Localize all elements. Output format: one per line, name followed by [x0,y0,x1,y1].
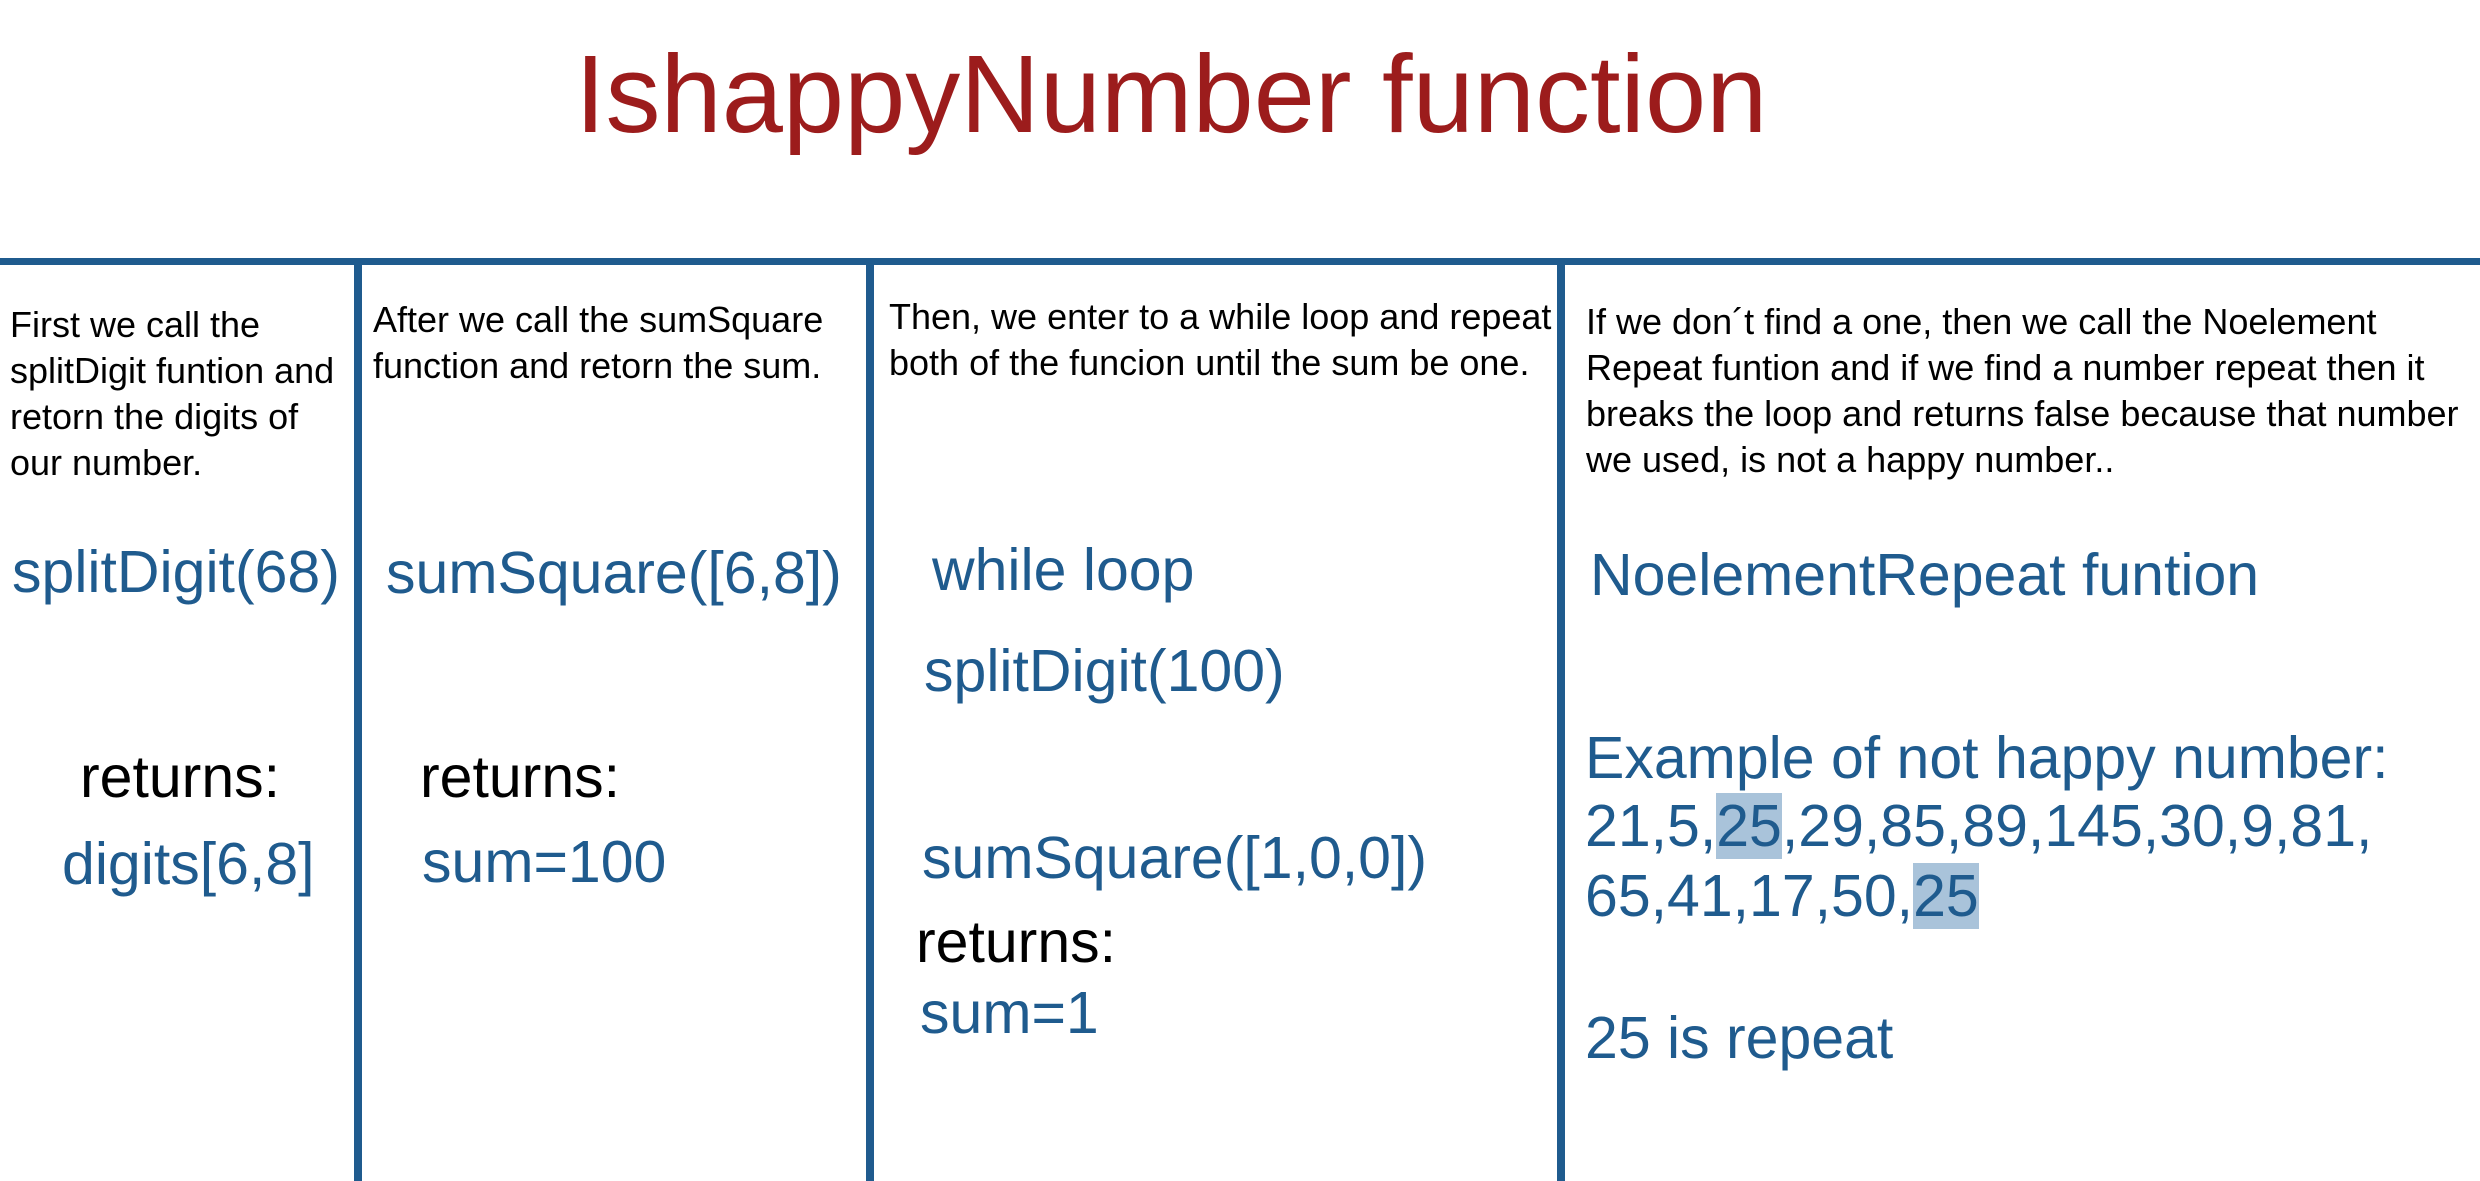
col4-sequence-line-2: 65,41,17,50,25 [1585,861,1979,931]
col4-description: If we don´t find a one, then we call the… [1586,301,2459,480]
sequence-segment: 65,41,17,50, [1585,863,1914,929]
repeat-highlight: 25 [1716,793,1782,859]
col3-call-sum: sumSquare([1,0,0]) [922,825,1428,891]
col4-heading: NoelementRepeat funtion [1590,542,2260,608]
col4-sequence-line-1: 21,5,25,29,85,89,145,30,9,81, [1585,791,2372,861]
col1-returns-label: returns: [80,744,281,810]
col1-description: First we call the splitDigit funtion and… [10,304,335,483]
col3-loop-label: while loop [932,537,1195,603]
col4-example-label: Example of not happy number: [1585,725,2389,791]
col3-call-split: splitDigit(100) [924,638,1285,704]
repeat-highlight: 25 [1913,863,1979,929]
page-title: IshappyNumber function [575,33,1768,156]
col3-description: Then, we enter to a while loop and repea… [889,296,1552,383]
sequence-segment: ,29,85,89,145,30,9,81, [1781,793,2373,859]
col2-returns-label: returns: [420,744,621,810]
sequence-segment: 21,5, [1585,793,1717,859]
col2-call: sumSquare([6,8]) [386,540,842,606]
col3-result: sum=1 [920,980,1099,1046]
col1-call: splitDigit(68) [12,539,340,605]
col4-conclusion: 25 is repeat [1585,1005,1894,1071]
col3-returns-label: returns: [916,909,1117,975]
column-divider-2 [866,262,874,1181]
column-divider-3 [1557,262,1565,1181]
col2-result: sum=100 [422,829,667,895]
col2-description: After we call the sumSquare function and… [373,299,824,386]
column-divider-1 [354,262,362,1181]
header-divider [0,258,2480,265]
col1-result: digits[6,8] [62,831,315,897]
